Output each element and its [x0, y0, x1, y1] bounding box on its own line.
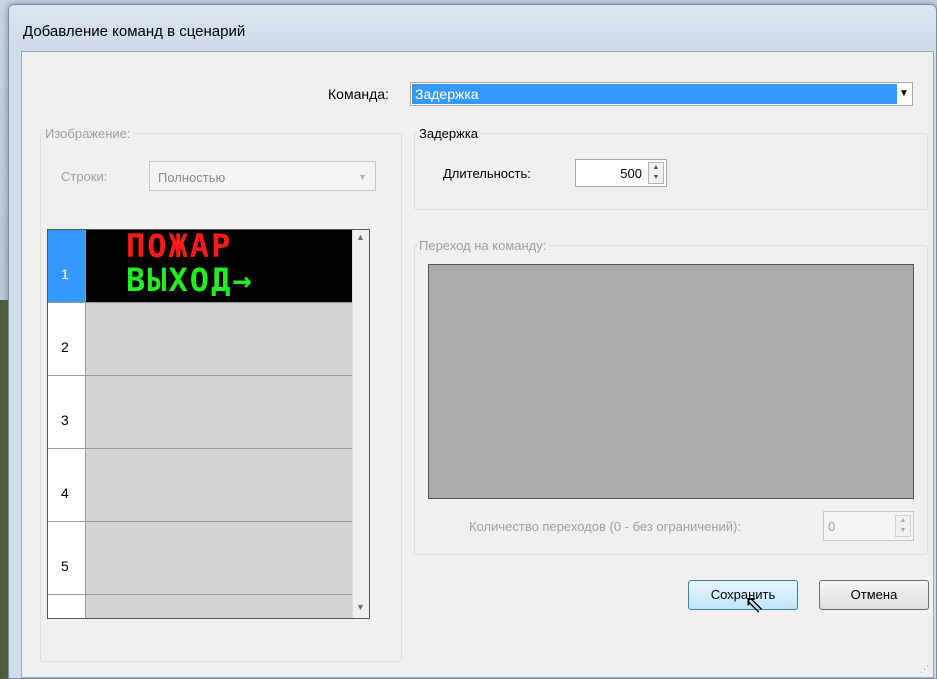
command-dropdown-value: Задержка: [412, 84, 897, 104]
image-cell[interactable]: [86, 595, 353, 618]
row-number[interactable]: 2: [48, 303, 86, 376]
scroll-down-icon[interactable]: ▼: [356, 602, 365, 612]
delay-group-legend: Задержка: [419, 126, 479, 141]
row-number[interactable]: 5: [48, 522, 86, 595]
jump-group-legend: Переход на команду:: [419, 238, 547, 253]
dialog-client-area: Команда: Задержка ▼ Изображение: Строки:…: [21, 51, 934, 678]
image-cell[interactable]: [86, 522, 353, 595]
image-group-legend: Изображение:: [45, 126, 131, 141]
led-preview-cell[interactable]: ПОЖАР ВЫХОД→: [86, 230, 353, 303]
duration-value: 500: [620, 166, 642, 181]
resize-grip-icon[interactable]: ⋰: [920, 664, 929, 675]
vertical-scrollbar[interactable]: ▲ ▼: [352, 230, 369, 618]
image-cell[interactable]: [86, 376, 353, 449]
jump-count-spinner[interactable]: 0 ▲ ▼: [823, 511, 914, 541]
rows-dropdown[interactable]: Полностью ▼: [149, 161, 376, 191]
save-button[interactable]: Сохранить: [688, 580, 798, 610]
rows-label: Строки:: [61, 169, 108, 184]
table-row[interactable]: 1 ПОЖАР ВЫХОД→: [48, 230, 353, 303]
title-bar[interactable]: Добавление команд в сценарий: [9, 5, 936, 43]
table-row[interactable]: 5: [48, 522, 353, 595]
led-line-green: ВЫХОД→: [126, 261, 254, 299]
image-cell[interactable]: [86, 449, 353, 522]
mouse-cursor-icon: ⇖: [744, 591, 765, 618]
jump-count-label: Количество переходов (0 - без ограничени…: [469, 519, 741, 534]
spinner-buttons[interactable]: ▲ ▼: [895, 515, 911, 537]
duration-spinner[interactable]: 500 ▲ ▼: [575, 159, 667, 187]
image-rows-grid[interactable]: 1 ПОЖАР ВЫХОД→ 2 3 4 5 ▲ ▼: [47, 229, 370, 619]
chevron-down-icon[interactable]: ▼: [358, 172, 367, 182]
cancel-button[interactable]: Отмена: [819, 580, 929, 610]
image-cell[interactable]: [86, 303, 353, 376]
scroll-up-icon[interactable]: ▲: [356, 232, 365, 242]
row-number[interactable]: [48, 595, 86, 618]
jump-count-value: 0: [828, 519, 836, 534]
spinner-buttons[interactable]: ▲ ▼: [648, 162, 664, 184]
window-title: Добавление команд в сценарий: [23, 23, 246, 40]
table-row[interactable]: [48, 595, 353, 618]
led-line-red: ПОЖАР: [126, 229, 233, 265]
row-number[interactable]: 4: [48, 449, 86, 522]
row-number[interactable]: 1: [48, 230, 86, 303]
command-dropdown[interactable]: Задержка ▼: [410, 82, 913, 106]
dialog-window: Добавление команд в сценарий Команда: За…: [8, 4, 937, 679]
jump-target-list[interactable]: [428, 264, 914, 499]
chevron-down-icon[interactable]: ▼: [898, 89, 910, 99]
table-row[interactable]: 4: [48, 449, 353, 522]
row-number[interactable]: 3: [48, 376, 86, 449]
command-label: Команда:: [328, 86, 389, 102]
table-row[interactable]: 2: [48, 303, 353, 376]
duration-label: Длительность:: [443, 166, 531, 181]
table-row[interactable]: 3: [48, 376, 353, 449]
rows-dropdown-value: Полностью: [158, 170, 226, 185]
